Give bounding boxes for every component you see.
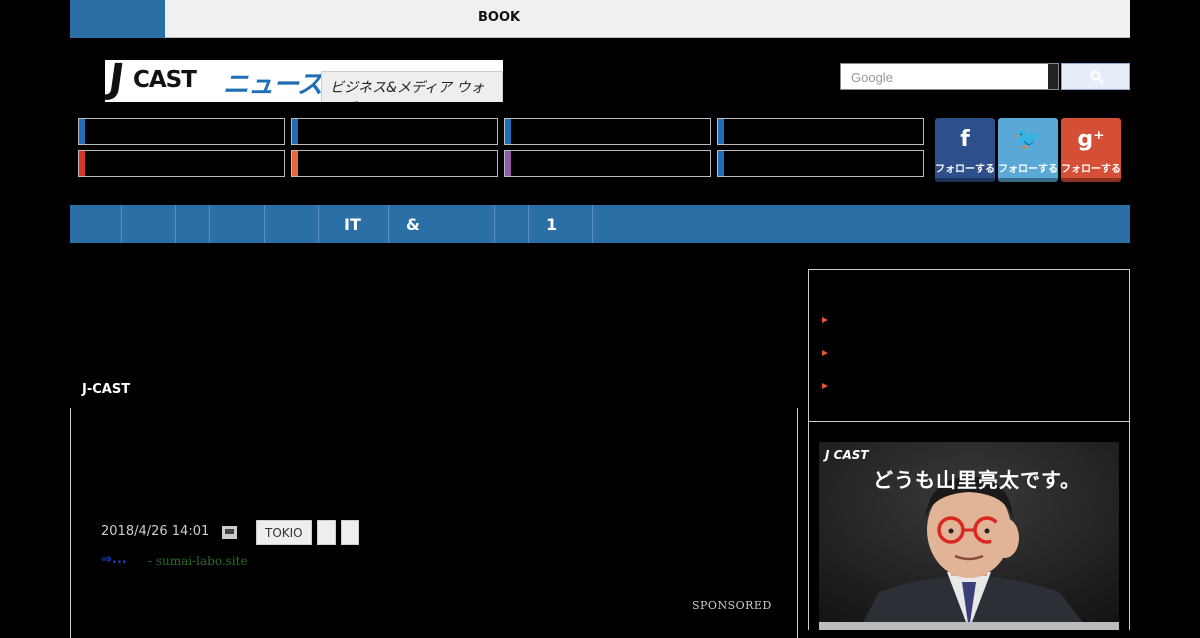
- nav-item-amp[interactable]: &: [388, 205, 495, 243]
- article-frame: [70, 408, 798, 638]
- sponsored-label: SPONSORED: [692, 599, 772, 612]
- category-accent: [505, 119, 511, 144]
- nav-item[interactable]: [264, 205, 319, 243]
- main-nav-bar: IT & 1: [70, 205, 1130, 243]
- sidebar-list-box: [808, 269, 1130, 422]
- sponsored-link[interactable]: ⇒...: [101, 552, 127, 567]
- sidebar-ad-banner[interactable]: J CAST どうも山里亮太です。: [819, 442, 1119, 630]
- category-box-8[interactable]: [717, 150, 924, 177]
- tag-item[interactable]: [317, 520, 336, 545]
- nav-label-1: 1: [546, 215, 558, 234]
- tag-tokio[interactable]: TOKIO: [256, 520, 312, 545]
- facebook-follow-button[interactable]: f フォローする: [935, 118, 995, 182]
- logo-news: ニュース: [223, 70, 323, 100]
- category-box-3[interactable]: [504, 118, 711, 145]
- category-box-5[interactable]: [78, 150, 285, 177]
- category-accent: [718, 119, 724, 144]
- nav-item-it[interactable]: IT: [318, 205, 389, 243]
- top-tab-book[interactable]: BOOK: [478, 10, 520, 25]
- article-date: 2018/4/26 14:01: [101, 524, 210, 539]
- list-bullet-icon: [822, 383, 828, 389]
- category-box-7[interactable]: [504, 150, 711, 177]
- top-tab-bar: [70, 0, 1130, 38]
- category-accent: [718, 151, 724, 176]
- facebook-follow-label: フォローする: [935, 164, 995, 175]
- nav-item[interactable]: [209, 205, 265, 243]
- googleplus-icon: g⁺: [1077, 127, 1105, 152]
- sponsored-source: - sumai-labo.site: [148, 554, 248, 568]
- nav-item-1[interactable]: 1: [528, 205, 593, 243]
- comment-icon[interactable]: [222, 526, 237, 539]
- category-accent: [292, 151, 298, 176]
- category-accent: [79, 119, 85, 144]
- category-accent: [292, 119, 298, 144]
- facebook-icon: f: [960, 127, 970, 152]
- logo-cast: CAST: [133, 67, 197, 93]
- logo-j: J: [105, 60, 128, 102]
- ad-brand: J CAST: [825, 448, 869, 462]
- category-accent: [79, 151, 85, 176]
- button-shadow: [1061, 178, 1121, 182]
- list-bullet-icon: [822, 317, 828, 323]
- logo-tagline: ビジネス&メディア ウォッチ: [321, 71, 503, 102]
- button-shadow: [998, 178, 1058, 182]
- nav-item[interactable]: [121, 205, 176, 243]
- search-placeholder: Google: [851, 70, 893, 85]
- tag-item[interactable]: [341, 520, 359, 545]
- nav-item[interactable]: [175, 205, 210, 243]
- category-box-2[interactable]: [291, 118, 498, 145]
- ad-bottom-strip: [819, 622, 1119, 630]
- googleplus-follow-label: フォローする: [1061, 164, 1121, 175]
- googleplus-follow-button[interactable]: g⁺ フォローする: [1061, 118, 1121, 182]
- search-icon: [1090, 70, 1104, 84]
- category-accent: [505, 151, 511, 176]
- twitter-follow-label: フォローする: [998, 164, 1058, 175]
- category-box-1[interactable]: [78, 118, 285, 145]
- twitter-icon: 🐦: [1014, 127, 1042, 152]
- search-input-edge: [1048, 64, 1058, 89]
- source-label: J-CAST: [82, 382, 131, 397]
- nav-label-it: IT: [344, 215, 361, 234]
- nav-item[interactable]: [494, 205, 529, 243]
- top-tab-active[interactable]: [70, 0, 165, 38]
- twitter-follow-button[interactable]: 🐦 フォローする: [998, 118, 1058, 182]
- search-button[interactable]: [1061, 63, 1130, 90]
- category-box-4[interactable]: [717, 118, 924, 145]
- ad-headline: どうも山里亮太です。: [873, 468, 1081, 492]
- list-bullet-icon: [822, 350, 828, 356]
- nav-label-amp: &: [406, 215, 420, 234]
- site-logo[interactable]: J CAST ニュース ビジネス&メディア ウォッチ: [105, 60, 503, 102]
- category-box-6[interactable]: [291, 150, 498, 177]
- button-shadow: [935, 178, 995, 182]
- nav-item[interactable]: [70, 205, 122, 243]
- search-input[interactable]: Google: [840, 63, 1059, 90]
